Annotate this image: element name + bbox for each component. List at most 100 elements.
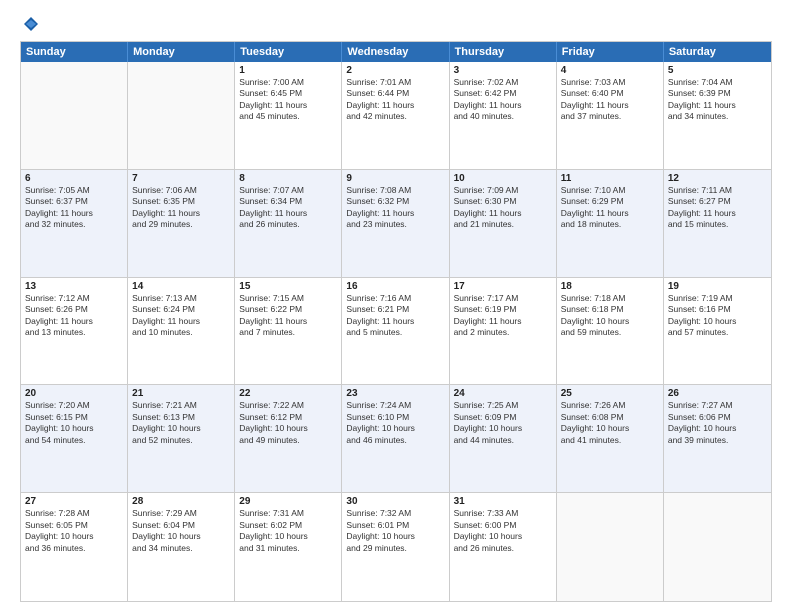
day-number: 22 <box>239 388 337 399</box>
calendar-day-28: 28Sunrise: 7:29 AM Sunset: 6:04 PM Dayli… <box>128 493 235 601</box>
day-info: Sunrise: 7:26 AM Sunset: 6:08 PM Dayligh… <box>561 400 659 446</box>
calendar-day-6: 6Sunrise: 7:05 AM Sunset: 6:37 PM Daylig… <box>21 170 128 277</box>
calendar-day-29: 29Sunrise: 7:31 AM Sunset: 6:02 PM Dayli… <box>235 493 342 601</box>
calendar-day-5: 5Sunrise: 7:04 AM Sunset: 6:39 PM Daylig… <box>664 62 771 169</box>
day-info: Sunrise: 7:01 AM Sunset: 6:44 PM Dayligh… <box>346 77 444 123</box>
calendar-day-18: 18Sunrise: 7:18 AM Sunset: 6:18 PM Dayli… <box>557 278 664 385</box>
calendar-day-26: 26Sunrise: 7:27 AM Sunset: 6:06 PM Dayli… <box>664 385 771 492</box>
calendar-day-4: 4Sunrise: 7:03 AM Sunset: 6:40 PM Daylig… <box>557 62 664 169</box>
day-number: 3 <box>454 65 552 76</box>
day-number: 2 <box>346 65 444 76</box>
weekday-header: Saturday <box>664 42 771 62</box>
calendar-day-16: 16Sunrise: 7:16 AM Sunset: 6:21 PM Dayli… <box>342 278 449 385</box>
day-info: Sunrise: 7:17 AM Sunset: 6:19 PM Dayligh… <box>454 293 552 339</box>
day-number: 11 <box>561 173 659 184</box>
calendar-row: 27Sunrise: 7:28 AM Sunset: 6:05 PM Dayli… <box>21 493 771 601</box>
calendar-empty-cell <box>664 493 771 601</box>
calendar-header: SundayMondayTuesdayWednesdayThursdayFrid… <box>21 42 771 62</box>
calendar-day-14: 14Sunrise: 7:13 AM Sunset: 6:24 PM Dayli… <box>128 278 235 385</box>
calendar-day-2: 2Sunrise: 7:01 AM Sunset: 6:44 PM Daylig… <box>342 62 449 169</box>
day-number: 17 <box>454 281 552 292</box>
day-number: 6 <box>25 173 123 184</box>
day-info: Sunrise: 7:29 AM Sunset: 6:04 PM Dayligh… <box>132 508 230 554</box>
calendar-day-17: 17Sunrise: 7:17 AM Sunset: 6:19 PM Dayli… <box>450 278 557 385</box>
day-number: 26 <box>668 388 767 399</box>
day-number: 19 <box>668 281 767 292</box>
day-number: 4 <box>561 65 659 76</box>
calendar: SundayMondayTuesdayWednesdayThursdayFrid… <box>20 41 772 602</box>
calendar-day-22: 22Sunrise: 7:22 AM Sunset: 6:12 PM Dayli… <box>235 385 342 492</box>
calendar-day-11: 11Sunrise: 7:10 AM Sunset: 6:29 PM Dayli… <box>557 170 664 277</box>
day-info: Sunrise: 7:03 AM Sunset: 6:40 PM Dayligh… <box>561 77 659 123</box>
weekday-header: Sunday <box>21 42 128 62</box>
calendar-empty-cell <box>557 493 664 601</box>
calendar-day-21: 21Sunrise: 7:21 AM Sunset: 6:13 PM Dayli… <box>128 385 235 492</box>
calendar-day-31: 31Sunrise: 7:33 AM Sunset: 6:00 PM Dayli… <box>450 493 557 601</box>
logo <box>20 15 40 33</box>
day-info: Sunrise: 7:08 AM Sunset: 6:32 PM Dayligh… <box>346 185 444 231</box>
day-info: Sunrise: 7:09 AM Sunset: 6:30 PM Dayligh… <box>454 185 552 231</box>
day-number: 9 <box>346 173 444 184</box>
day-info: Sunrise: 7:15 AM Sunset: 6:22 PM Dayligh… <box>239 293 337 339</box>
calendar-day-8: 8Sunrise: 7:07 AM Sunset: 6:34 PM Daylig… <box>235 170 342 277</box>
calendar-day-27: 27Sunrise: 7:28 AM Sunset: 6:05 PM Dayli… <box>21 493 128 601</box>
calendar-day-12: 12Sunrise: 7:11 AM Sunset: 6:27 PM Dayli… <box>664 170 771 277</box>
day-number: 16 <box>346 281 444 292</box>
day-info: Sunrise: 7:06 AM Sunset: 6:35 PM Dayligh… <box>132 185 230 231</box>
day-info: Sunrise: 7:21 AM Sunset: 6:13 PM Dayligh… <box>132 400 230 446</box>
weekday-header: Wednesday <box>342 42 449 62</box>
calendar-day-20: 20Sunrise: 7:20 AM Sunset: 6:15 PM Dayli… <box>21 385 128 492</box>
day-info: Sunrise: 7:13 AM Sunset: 6:24 PM Dayligh… <box>132 293 230 339</box>
day-info: Sunrise: 7:00 AM Sunset: 6:45 PM Dayligh… <box>239 77 337 123</box>
day-number: 30 <box>346 496 444 507</box>
calendar-empty-cell <box>21 62 128 169</box>
calendar-day-3: 3Sunrise: 7:02 AM Sunset: 6:42 PM Daylig… <box>450 62 557 169</box>
day-info: Sunrise: 7:05 AM Sunset: 6:37 PM Dayligh… <box>25 185 123 231</box>
day-number: 31 <box>454 496 552 507</box>
day-number: 8 <box>239 173 337 184</box>
day-number: 25 <box>561 388 659 399</box>
day-info: Sunrise: 7:10 AM Sunset: 6:29 PM Dayligh… <box>561 185 659 231</box>
calendar-body: 1Sunrise: 7:00 AM Sunset: 6:45 PM Daylig… <box>21 62 771 601</box>
day-info: Sunrise: 7:12 AM Sunset: 6:26 PM Dayligh… <box>25 293 123 339</box>
day-number: 12 <box>668 173 767 184</box>
day-info: Sunrise: 7:24 AM Sunset: 6:10 PM Dayligh… <box>346 400 444 446</box>
day-info: Sunrise: 7:25 AM Sunset: 6:09 PM Dayligh… <box>454 400 552 446</box>
calendar-day-23: 23Sunrise: 7:24 AM Sunset: 6:10 PM Dayli… <box>342 385 449 492</box>
calendar-day-15: 15Sunrise: 7:15 AM Sunset: 6:22 PM Dayli… <box>235 278 342 385</box>
calendar-day-25: 25Sunrise: 7:26 AM Sunset: 6:08 PM Dayli… <box>557 385 664 492</box>
calendar-day-19: 19Sunrise: 7:19 AM Sunset: 6:16 PM Dayli… <box>664 278 771 385</box>
day-info: Sunrise: 7:02 AM Sunset: 6:42 PM Dayligh… <box>454 77 552 123</box>
calendar-row: 1Sunrise: 7:00 AM Sunset: 6:45 PM Daylig… <box>21 62 771 170</box>
calendar-day-30: 30Sunrise: 7:32 AM Sunset: 6:01 PM Dayli… <box>342 493 449 601</box>
day-number: 24 <box>454 388 552 399</box>
calendar-day-7: 7Sunrise: 7:06 AM Sunset: 6:35 PM Daylig… <box>128 170 235 277</box>
day-info: Sunrise: 7:31 AM Sunset: 6:02 PM Dayligh… <box>239 508 337 554</box>
day-info: Sunrise: 7:04 AM Sunset: 6:39 PM Dayligh… <box>668 77 767 123</box>
calendar-day-1: 1Sunrise: 7:00 AM Sunset: 6:45 PM Daylig… <box>235 62 342 169</box>
day-number: 5 <box>668 65 767 76</box>
day-info: Sunrise: 7:32 AM Sunset: 6:01 PM Dayligh… <box>346 508 444 554</box>
weekday-header: Friday <box>557 42 664 62</box>
day-number: 20 <box>25 388 123 399</box>
calendar-day-13: 13Sunrise: 7:12 AM Sunset: 6:26 PM Dayli… <box>21 278 128 385</box>
day-info: Sunrise: 7:20 AM Sunset: 6:15 PM Dayligh… <box>25 400 123 446</box>
day-info: Sunrise: 7:18 AM Sunset: 6:18 PM Dayligh… <box>561 293 659 339</box>
day-number: 29 <box>239 496 337 507</box>
logo-icon <box>22 15 40 33</box>
calendar-row: 6Sunrise: 7:05 AM Sunset: 6:37 PM Daylig… <box>21 170 771 278</box>
day-number: 15 <box>239 281 337 292</box>
day-info: Sunrise: 7:07 AM Sunset: 6:34 PM Dayligh… <box>239 185 337 231</box>
day-number: 13 <box>25 281 123 292</box>
day-number: 27 <box>25 496 123 507</box>
day-info: Sunrise: 7:16 AM Sunset: 6:21 PM Dayligh… <box>346 293 444 339</box>
day-number: 14 <box>132 281 230 292</box>
day-number: 10 <box>454 173 552 184</box>
day-number: 7 <box>132 173 230 184</box>
calendar-row: 13Sunrise: 7:12 AM Sunset: 6:26 PM Dayli… <box>21 278 771 386</box>
calendar-row: 20Sunrise: 7:20 AM Sunset: 6:15 PM Dayli… <box>21 385 771 493</box>
day-info: Sunrise: 7:11 AM Sunset: 6:27 PM Dayligh… <box>668 185 767 231</box>
day-info: Sunrise: 7:27 AM Sunset: 6:06 PM Dayligh… <box>668 400 767 446</box>
day-number: 23 <box>346 388 444 399</box>
day-number: 18 <box>561 281 659 292</box>
